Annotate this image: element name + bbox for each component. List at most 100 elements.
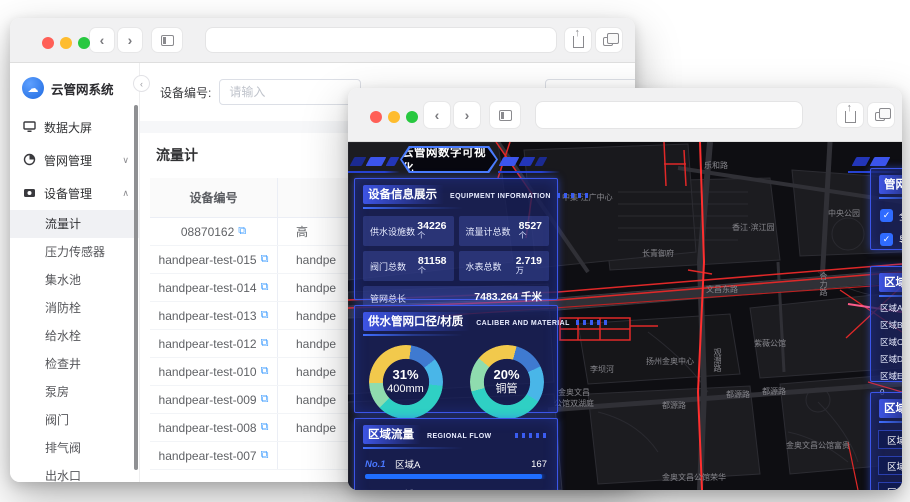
sidebar-subitem[interactable]: 集水池 bbox=[10, 266, 139, 294]
flow-row: No.1 区域A 167 bbox=[365, 457, 547, 472]
front-browser-window: ‹ › ↑ 中央公园 香江·滨江园 长青御府 乐和路 文昌东路 合力路 扬州金奥… bbox=[348, 88, 902, 490]
map-label: 扬州金奥中心 bbox=[646, 357, 694, 366]
sidebar-collapse-button[interactable]: ‹ bbox=[133, 75, 150, 92]
sidebar-item-label: 设备管理 bbox=[44, 187, 93, 201]
map-label: 都源路 bbox=[662, 401, 686, 410]
maximize-traffic-light[interactable] bbox=[406, 111, 418, 123]
address-bar[interactable] bbox=[206, 28, 556, 52]
sidebar: ☁ 云管网系统 数据大屏管网管理 ∨ 设备管理 ∧ 流量计 压力传感器 集水池 消防栓 给水栓… bbox=[10, 63, 140, 482]
device-id-cell: handpear-test-012 ⧉ bbox=[158, 336, 269, 351]
minimize-traffic-light[interactable] bbox=[60, 37, 72, 49]
tabs-icon bbox=[602, 32, 619, 46]
map-label: 文昌东路 bbox=[706, 285, 738, 294]
map-label: 都源路 bbox=[762, 387, 786, 396]
legend-label: 区域C bbox=[880, 337, 902, 347]
sidebar-scrollbar[interactable] bbox=[134, 105, 138, 470]
copy-icon[interactable]: ⧉ bbox=[261, 366, 269, 377]
share-button[interactable] bbox=[837, 102, 863, 127]
region-row[interactable]: 区域B bbox=[878, 430, 902, 449]
flow-rank: No.1 bbox=[365, 458, 386, 470]
device-id-input[interactable] bbox=[219, 79, 362, 105]
sidebar-item-2[interactable]: 管网管理 ∨ bbox=[10, 144, 139, 177]
stat-value-wrap: 81158 个 bbox=[418, 256, 447, 275]
back-button[interactable]: ‹ bbox=[424, 102, 450, 128]
device-id-label: 设备编号: bbox=[160, 85, 212, 100]
copy-icon[interactable]: ⧉ bbox=[261, 338, 269, 349]
copy-icon[interactable]: ⧉ bbox=[261, 254, 269, 265]
copy-icon[interactable]: ⧉ bbox=[261, 394, 269, 405]
address-bar[interactable] bbox=[536, 102, 802, 128]
sidebar-subitem[interactable]: 排气阀 bbox=[10, 434, 139, 462]
legend-row: 区域C bbox=[880, 336, 902, 348]
close-traffic-light[interactable] bbox=[370, 111, 382, 123]
minimize-traffic-light[interactable] bbox=[388, 111, 400, 123]
caliber-panel-subtitle: CALIBER AND MATERIAL bbox=[476, 320, 570, 327]
decor-dashes-icon bbox=[515, 433, 549, 438]
sidebar-subitem[interactable]: 给水栓 bbox=[10, 322, 139, 350]
front-browser-chrome: ‹ › bbox=[348, 88, 902, 142]
share-button[interactable] bbox=[565, 27, 591, 52]
tabs-button[interactable] bbox=[868, 103, 894, 127]
sidebar-subitem[interactable]: 消防栓 bbox=[10, 294, 139, 322]
stat-value-wrap: 8527 个 bbox=[519, 221, 542, 240]
equipment-panel-subtitle: EQUIPMENT INFORMATION bbox=[450, 193, 551, 200]
layer-checkbox-row[interactable]: ✓ 导入 bbox=[880, 232, 902, 247]
back-button[interactable]: ‹ bbox=[90, 28, 114, 52]
sidebar-subitem[interactable]: 泵房 bbox=[10, 378, 139, 406]
sidebar-subitem[interactable]: 压力传感器 bbox=[10, 238, 139, 266]
chevron-up-icon: ∧ bbox=[122, 188, 129, 198]
copy-icon[interactable]: ⧉ bbox=[261, 450, 269, 461]
checkbox-label: 全选 bbox=[899, 208, 902, 223]
region-row[interactable]: 区域D bbox=[878, 482, 902, 490]
map-label: 合力路 bbox=[819, 272, 828, 296]
sidebar-icon bbox=[160, 34, 174, 46]
sidebar-toggle-button[interactable] bbox=[152, 28, 182, 52]
checkbox-checked-icon[interactable]: ✓ bbox=[880, 233, 893, 246]
tabs-button[interactable] bbox=[596, 28, 622, 52]
stat-unit: 万 bbox=[515, 266, 524, 276]
flow-region-name: 区域A bbox=[395, 460, 421, 471]
sidebar-icon bbox=[498, 109, 512, 121]
layer-checkbox-row[interactable]: ✓ 全选 bbox=[880, 208, 902, 223]
flow-bar bbox=[365, 474, 547, 479]
sidebar-subitem[interactable]: 检查井 bbox=[10, 350, 139, 378]
sidebar-item-3[interactable]: 设备管理 ∧ bbox=[10, 177, 139, 210]
equipment-info-panel: 设备信息展示 EQUIPMENT INFORMATION 供水设施数 34226 个… bbox=[354, 178, 591, 310]
device-id-cell: handpear-test-014 ⧉ bbox=[158, 280, 269, 295]
checkbox-label: 导入 bbox=[899, 232, 902, 247]
device-id-cell: 08870162 ⧉ bbox=[180, 224, 247, 239]
stat-cell: 供水设施数 34226 个 bbox=[363, 216, 454, 246]
maximize-traffic-light[interactable] bbox=[78, 37, 90, 49]
donut-name: 铜管 bbox=[495, 383, 518, 396]
flow-region-name: 区域C bbox=[395, 487, 421, 490]
app-logo: ☁ 云管网系统 bbox=[10, 63, 139, 111]
sidebar-item-1[interactable]: 数据大屏 bbox=[10, 111, 139, 144]
copy-icon[interactable]: ⧉ bbox=[261, 282, 269, 293]
forward-button[interactable]: › bbox=[118, 28, 142, 52]
copy-icon[interactable]: ⧉ bbox=[261, 422, 269, 433]
sidebar-subitem[interactable]: 出水口 bbox=[10, 462, 139, 482]
checkbox-checked-icon[interactable]: ✓ bbox=[880, 209, 893, 222]
col-device-id-header: 设备编号 bbox=[189, 191, 238, 205]
legend-row: 区域E bbox=[880, 370, 902, 382]
stat-label: 水表总数 bbox=[465, 261, 502, 272]
tabs-icon bbox=[874, 107, 891, 121]
stat-cell: 阀门总数 81158 个 bbox=[363, 251, 454, 281]
flow-rank: No.2 bbox=[365, 489, 395, 491]
map-label: 金奥文昌公馆荣华 bbox=[662, 473, 726, 482]
legend-label: 区域A bbox=[880, 303, 902, 313]
legend-label: 区域E bbox=[880, 371, 902, 381]
sidebar-toggle-button[interactable] bbox=[490, 102, 520, 128]
sidebar-subitem[interactable]: 阀门 bbox=[10, 406, 139, 434]
sidebar-subitem[interactable]: 流量计 bbox=[10, 210, 139, 238]
sidebar-item-label: 数据大屏 bbox=[44, 121, 93, 135]
forward-button[interactable]: › bbox=[454, 102, 480, 128]
close-traffic-light[interactable] bbox=[42, 37, 54, 49]
chevron-down-icon: ∨ bbox=[122, 155, 129, 165]
region-row[interactable]: 区域C bbox=[878, 456, 902, 475]
copy-icon[interactable]: ⧉ bbox=[261, 310, 269, 321]
stat-unit: 个 bbox=[417, 231, 426, 241]
map-label: 金奥文昌 bbox=[558, 388, 590, 397]
copy-icon[interactable]: ⧉ bbox=[238, 226, 246, 237]
decor-dashes-icon bbox=[575, 320, 610, 325]
